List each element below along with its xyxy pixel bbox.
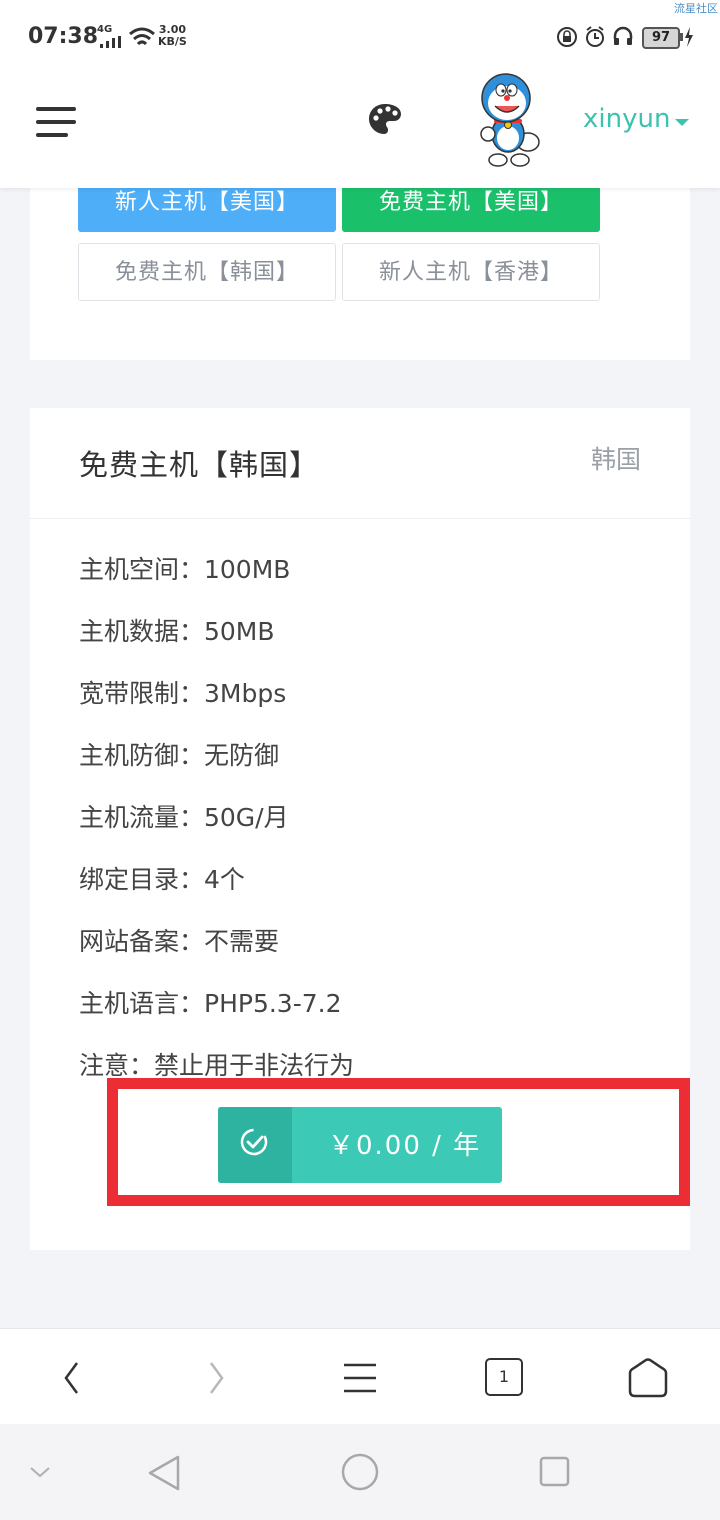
chevron-down-icon[interactable] — [675, 119, 689, 126]
plan-title: 免费主机【韩国】 — [79, 448, 320, 482]
nav-recents-icon[interactable] — [538, 1455, 572, 1489]
avatar[interactable] — [468, 72, 548, 172]
signal-icon — [100, 36, 121, 48]
battery-tip — [680, 33, 683, 41]
status-time: 07:38 — [28, 24, 99, 49]
network-speed: 3.00 KB/S — [158, 24, 187, 48]
spec-disk-space: 主机空间：100MB — [79, 555, 291, 584]
lock-rotation-icon — [557, 27, 577, 47]
status-bar: 07:38 4G 3.00 KB/S 流星社区 97 — [0, 0, 720, 72]
nav-home-icon[interactable] — [340, 1452, 380, 1492]
tabs-icon[interactable]: 1 — [485, 1358, 523, 1396]
battery-indicator: 97 — [642, 27, 680, 49]
highlight-box — [107, 1078, 690, 1206]
username-label[interactable]: xinyun — [583, 104, 670, 134]
spec-database: 主机数据：50MB — [79, 617, 275, 646]
plan-region: 韩国 — [590, 445, 641, 474]
spec-bandwidth: 宽带限制：3Mbps — [79, 679, 287, 708]
alarm-icon — [586, 26, 604, 47]
app-header: xinyun — [0, 72, 720, 188]
browser-toolbar: 1 — [0, 1328, 720, 1425]
network-type: 4G — [97, 24, 113, 35]
speed-unit: KB/S — [158, 35, 187, 48]
spec-bound-directories: 绑定目录：4个 — [79, 865, 245, 894]
card-header: 免费主机【韩国】 韩国 — [30, 408, 690, 519]
collapse-icon[interactable] — [28, 1464, 52, 1480]
spec-language: 主机语言：PHP5.3-7.2 — [79, 989, 342, 1018]
menu-icon[interactable] — [342, 1361, 378, 1395]
headphones-icon — [613, 26, 633, 45]
forward-icon[interactable] — [206, 1361, 226, 1395]
spec-defense: 主机防御：无防御 — [79, 741, 280, 770]
watermark: 流星社区 — [674, 2, 718, 15]
charging-icon — [685, 27, 693, 47]
plan-button-free-kr[interactable]: 免费主机【韩国】 — [78, 243, 336, 301]
spec-icp-filing: 网站备案：不需要 — [79, 927, 280, 956]
back-icon[interactable] — [62, 1361, 82, 1395]
spec-notice: 注意：禁止用于非法行为 — [79, 1051, 355, 1080]
system-nav-bar — [0, 1424, 720, 1520]
nav-back-icon[interactable] — [146, 1454, 182, 1492]
home-icon[interactable] — [626, 1357, 670, 1399]
palette-icon[interactable] — [367, 102, 403, 136]
wifi-icon — [129, 27, 155, 46]
spec-traffic: 主机流量：50G/月 — [79, 803, 289, 832]
hamburger-menu-icon[interactable] — [36, 107, 76, 137]
plan-button-newcomer-hk[interactable]: 新人主机【香港】 — [342, 243, 600, 301]
